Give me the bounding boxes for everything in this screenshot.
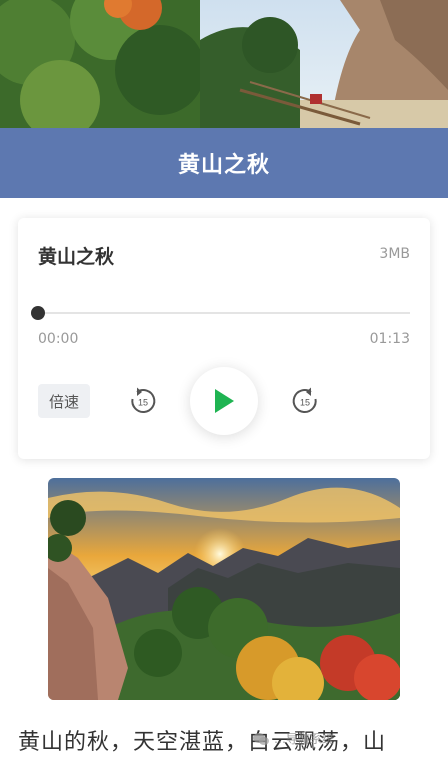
fast-forward-icon: 15 bbox=[292, 387, 317, 413]
watermark: …导游系统 bbox=[252, 730, 334, 747]
speed-button[interactable]: 倍速 bbox=[38, 384, 90, 418]
track-title: 黄山之秋 bbox=[38, 246, 115, 268]
play-icon bbox=[215, 389, 234, 413]
skip-forward-15-button[interactable]: 15 bbox=[290, 386, 320, 416]
total-time: 01:13 bbox=[369, 331, 410, 347]
hero-banner-image bbox=[0, 0, 448, 128]
page-title-bar: 黄山之秋 bbox=[0, 128, 448, 198]
progress-bar[interactable] bbox=[31, 306, 410, 320]
watermark-text: …导游系统 bbox=[274, 732, 335, 746]
skip-back-15-button[interactable]: 15 bbox=[128, 386, 158, 416]
rewind-icon: 15 bbox=[131, 387, 156, 413]
wechat-icon bbox=[253, 732, 269, 745]
progress-knob[interactable] bbox=[31, 306, 45, 320]
skip-back-label: 15 bbox=[138, 398, 148, 408]
file-size: 3MB bbox=[379, 246, 410, 262]
current-time: 00:00 bbox=[38, 331, 79, 347]
audio-player-card: 黄山之秋 3MB 00:00 01:13 倍速 15 15 bbox=[18, 218, 430, 459]
skip-forward-label: 15 bbox=[300, 398, 310, 408]
autumn-mountain-photo bbox=[48, 478, 400, 700]
play-button[interactable] bbox=[190, 367, 258, 435]
article-text: 黄山的秋，天空湛蓝，白云飘荡，山 bbox=[18, 730, 387, 755]
page-title: 黄山之秋 bbox=[177, 153, 270, 178]
